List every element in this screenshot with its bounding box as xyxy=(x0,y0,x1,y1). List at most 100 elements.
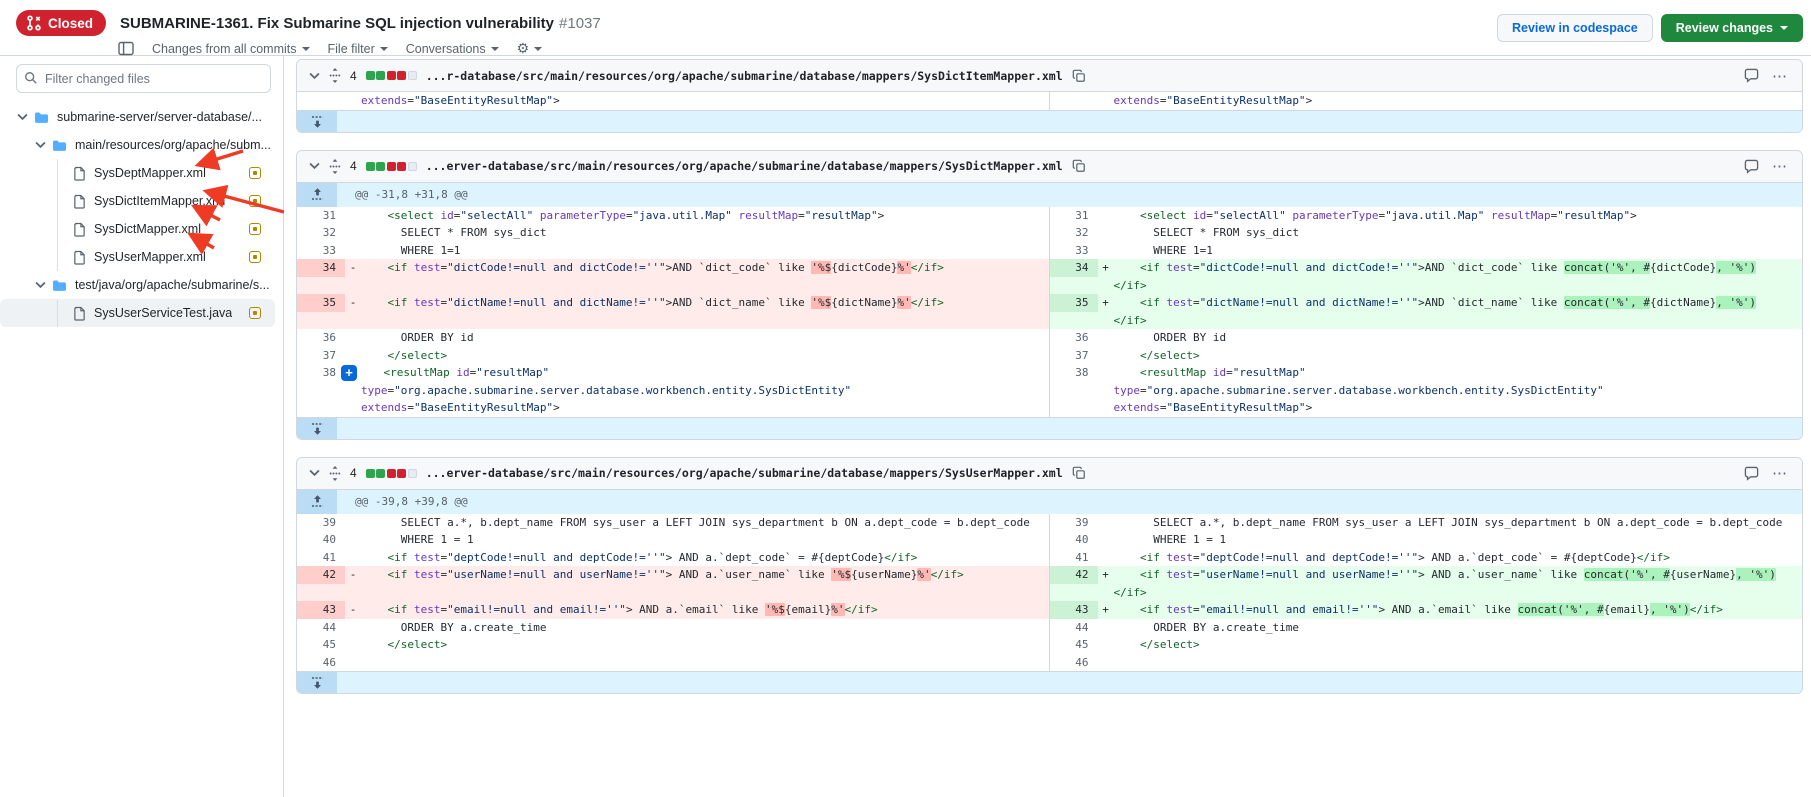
code-line: <select id="selectAll" parameterType="ja… xyxy=(1114,207,1803,225)
file-tree-toggle-button[interactable] xyxy=(118,41,134,56)
line-number[interactable]: 41 xyxy=(1050,549,1098,567)
tree-file-sysuserservicetest-java[interactable]: SysUserServiceTest.java xyxy=(0,299,275,327)
line-number[interactable]: 36 xyxy=(1050,329,1098,347)
line-number[interactable]: 36 xyxy=(297,329,345,347)
copy-path-button[interactable] xyxy=(1072,69,1086,83)
diff-cell-new: 46 xyxy=(1050,654,1803,672)
changes-from-all-commits-dropdown[interactable]: Changes from all commits xyxy=(152,42,310,56)
page-title: SUBMARINE-1361. Fix Submarine SQL inject… xyxy=(120,15,601,32)
tree-file-sysdictitemmapper-xml[interactable]: SysDictItemMapper.xml xyxy=(0,187,275,215)
add-comment-plus-button[interactable]: + xyxy=(341,365,357,381)
copy-path-button[interactable] xyxy=(1072,466,1086,480)
line-number[interactable]: 46 xyxy=(297,654,345,672)
comment-icon[interactable] xyxy=(1744,466,1759,481)
folder-icon xyxy=(34,111,49,124)
drag-handle-icon[interactable] xyxy=(329,68,341,83)
hunk-header-text: @@ -39,8 +39,8 @@ xyxy=(337,495,468,508)
conversations-dropdown[interactable]: Conversations xyxy=(406,42,499,56)
line-number[interactable]: 31 xyxy=(297,207,345,225)
line-number[interactable]: 44 xyxy=(297,619,345,637)
line-number[interactable]: 44 xyxy=(1050,619,1098,637)
line-number[interactable]: 38 xyxy=(297,364,345,382)
review-changes-button[interactable]: Review changes xyxy=(1661,14,1803,42)
code-line: <if test="dictName!=null and dictName!='… xyxy=(1114,294,1803,329)
line-number[interactable]: 35 xyxy=(297,294,345,312)
line-number[interactable]: 32 xyxy=(297,224,345,242)
line-number[interactable]: 32 xyxy=(1050,224,1098,242)
line-number[interactable]: 39 xyxy=(1050,514,1098,532)
expand-down-button[interactable] xyxy=(297,672,337,693)
line-number[interactable]: 46 xyxy=(1050,654,1098,672)
diff-line-row: 39 SELECT a.*, b.dept_name FROM sys_user… xyxy=(297,514,1802,532)
kebab-menu-button[interactable]: ⋯ xyxy=(1768,464,1792,482)
line-number[interactable]: 35 xyxy=(1050,294,1098,312)
diff-line-row: 40 WHERE 1 = 140 WHERE 1 = 1 xyxy=(297,531,1802,549)
pr-status-label: Closed xyxy=(48,16,93,31)
tree-folder-submarine-server-server-database-[interactable]: submarine-server/server-database/... xyxy=(0,103,275,131)
diff-file-sysusermapper-xml: 4...erver-database/src/main/resources/or… xyxy=(296,457,1803,695)
collapse-file-chevron-icon[interactable] xyxy=(309,162,320,170)
tree-item-label: main/resources/org/apache/subm... xyxy=(75,138,271,152)
tree-file-sysdeptmapper-xml[interactable]: SysDeptMapper.xml xyxy=(0,159,275,187)
line-number[interactable]: 42 xyxy=(297,566,345,584)
pr-closed-icon xyxy=(26,15,42,31)
line-number[interactable]: 45 xyxy=(297,636,345,654)
line-number[interactable]: 42 xyxy=(1050,566,1098,584)
file-modified-icon xyxy=(249,167,261,179)
comment-icon[interactable] xyxy=(1744,68,1759,83)
drag-handle-icon[interactable] xyxy=(329,466,341,481)
line-number[interactable]: 34 xyxy=(297,259,345,277)
code-line: <if test="userName!=null and userName!='… xyxy=(361,566,1049,584)
tree-folder-main-resources-org-apache-subm-[interactable]: main/resources/org/apache/subm... xyxy=(0,131,275,159)
file-modified-icon xyxy=(249,195,261,207)
line-number[interactable]: 33 xyxy=(297,242,345,260)
comment-icon[interactable] xyxy=(1744,159,1759,174)
line-number[interactable]: 39 xyxy=(297,514,345,532)
line-number[interactable]: 38 xyxy=(1050,364,1098,382)
code-line: SELECT a.*, b.dept_name FROM sys_user a … xyxy=(1114,514,1803,532)
code-line: <if test="deptCode!=null and deptCode!='… xyxy=(1114,549,1803,567)
line-number[interactable]: 31 xyxy=(1050,207,1098,225)
file-icon xyxy=(73,166,86,181)
expand-up-button[interactable] xyxy=(297,183,337,207)
kebab-menu-button[interactable]: ⋯ xyxy=(1768,157,1792,175)
line-number[interactable]: 40 xyxy=(1050,531,1098,549)
diff-cell-old: 33 WHERE 1=1 xyxy=(297,242,1050,260)
expand-down-button[interactable] xyxy=(297,111,337,132)
line-number[interactable]: 34 xyxy=(1050,259,1098,277)
diff-cell-old: 41 <if test="deptCode!=null and deptCode… xyxy=(297,549,1050,567)
tree-file-sysdictmapper-xml[interactable]: SysDictMapper.xml xyxy=(0,215,275,243)
diff-cell-new: 43+ <if test="email!=null and email!=''"… xyxy=(1050,601,1803,619)
file-tree: submarine-server/server-database/... main… xyxy=(0,99,283,327)
line-number[interactable]: 40 xyxy=(297,531,345,549)
line-number[interactable]: 37 xyxy=(1050,347,1098,365)
copy-path-button[interactable] xyxy=(1072,159,1086,173)
diff-stat-block-add xyxy=(376,71,385,80)
changed-lines-count: 4 xyxy=(350,159,357,173)
filter-changed-files-input[interactable] xyxy=(16,64,271,93)
collapse-file-chevron-icon[interactable] xyxy=(309,72,320,80)
file-tree-sidebar: submarine-server/server-database/... main… xyxy=(0,56,284,797)
drag-handle-icon[interactable] xyxy=(329,159,341,174)
tree-folder-test-java-org-apache-submarine-s-[interactable]: test/java/org/apache/submarine/s... xyxy=(0,271,275,299)
review-in-codespace-button[interactable]: Review in codespace xyxy=(1497,14,1653,42)
diff-line-row: 45 </select>45 </select> xyxy=(297,636,1802,654)
file-filter-dropdown[interactable]: File filter xyxy=(328,42,388,56)
diff-sign: - xyxy=(345,601,361,619)
line-number[interactable]: 43 xyxy=(297,601,345,619)
collapse-file-chevron-icon[interactable] xyxy=(309,469,320,477)
line-number[interactable]: 43 xyxy=(1050,601,1098,619)
chevron-down-icon xyxy=(32,281,48,289)
expand-up-button[interactable] xyxy=(297,490,337,514)
expand-down-button[interactable] xyxy=(297,418,337,439)
tree-file-sysusermapper-xml[interactable]: SysUserMapper.xml xyxy=(0,243,275,271)
line-number[interactable]: 45 xyxy=(1050,636,1098,654)
diff-cell-new: extends="BaseEntityResultMap"> xyxy=(1050,92,1803,110)
line-number[interactable]: 33 xyxy=(1050,242,1098,260)
code-line: SELECT * FROM sys_dict xyxy=(361,224,1049,242)
line-number[interactable]: 41 xyxy=(297,549,345,567)
diff-settings-gear-button[interactable]: ⚙ xyxy=(517,40,543,57)
kebab-menu-button[interactable]: ⋯ xyxy=(1768,67,1792,85)
line-number[interactable]: 37 xyxy=(297,347,345,365)
diff-cell-new: 33 WHERE 1=1 xyxy=(1050,242,1803,260)
